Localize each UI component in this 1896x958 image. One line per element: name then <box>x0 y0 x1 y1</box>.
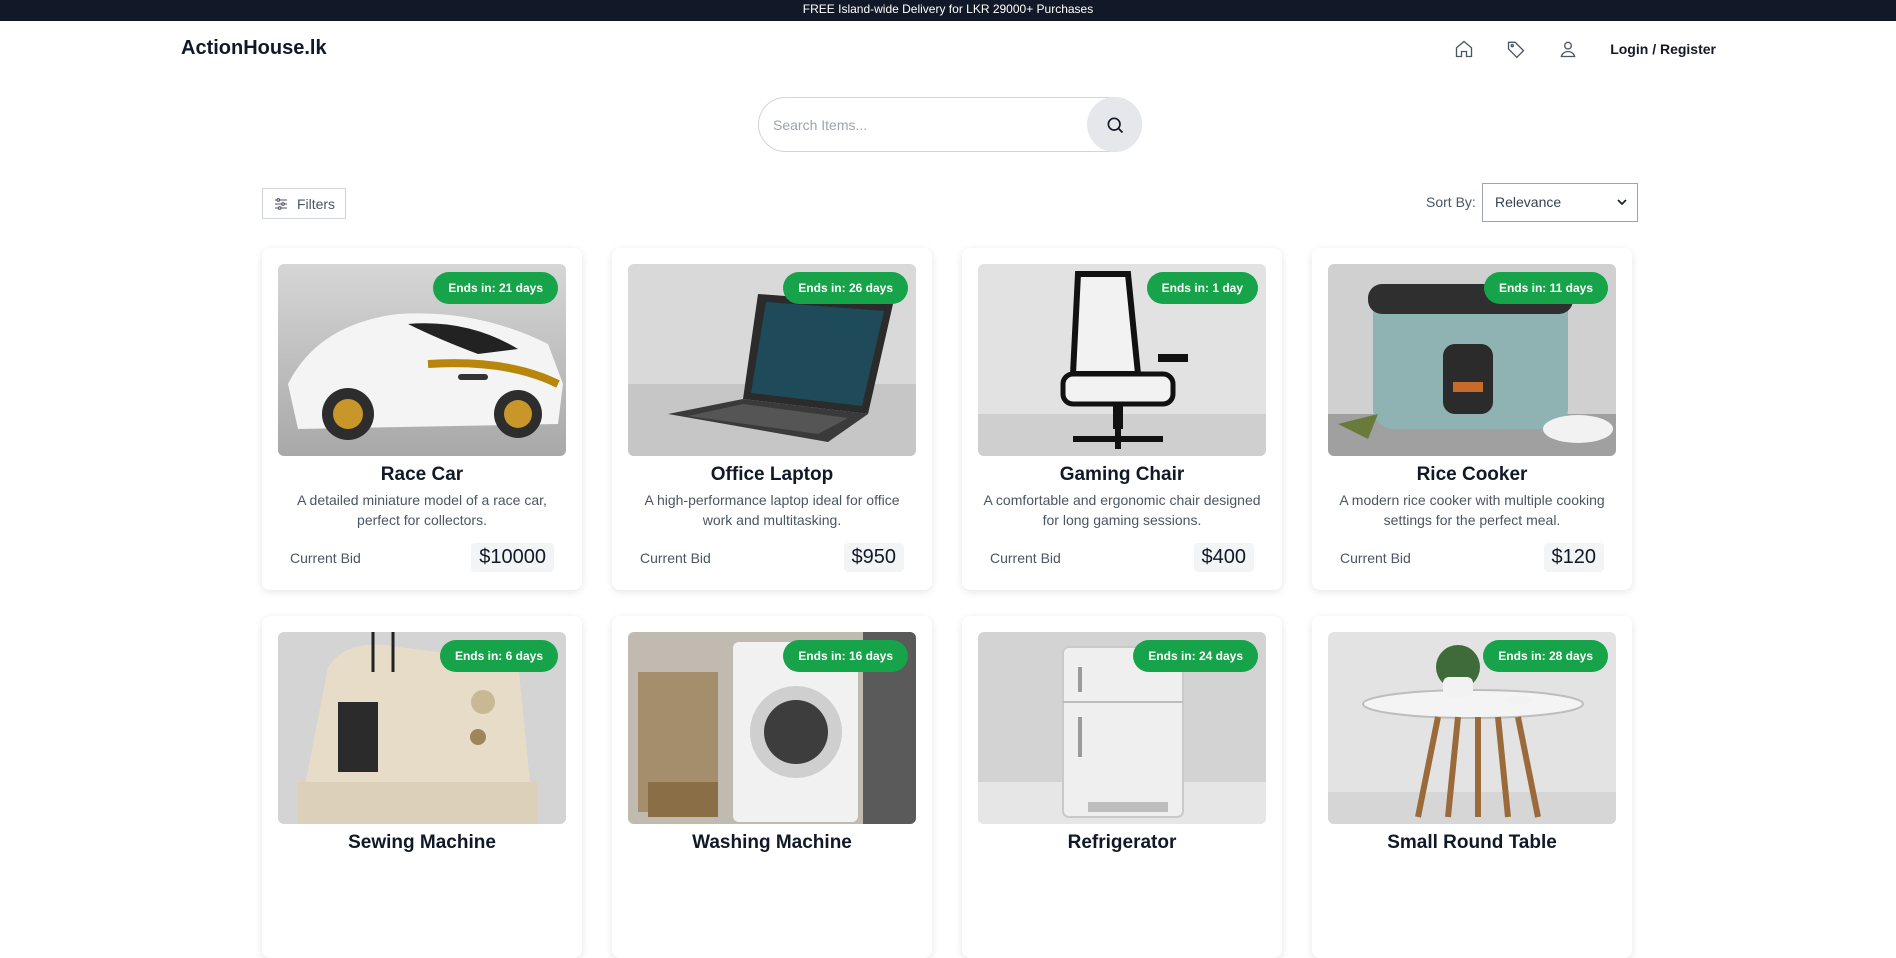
product-image[interactable]: Ends in: 16 days <box>628 632 916 824</box>
product-title[interactable]: Washing Machine <box>612 832 932 854</box>
product-image[interactable]: Ends in: 26 days <box>628 264 916 456</box>
product-title[interactable]: Small Round Table <box>1312 832 1632 854</box>
ends-in-badge: Ends in: 16 days <box>783 640 908 672</box>
product-image[interactable]: Ends in: 24 days <box>978 632 1266 824</box>
current-bid-label: Current Bid <box>1340 550 1411 566</box>
product-image[interactable]: Ends in: 11 days <box>1328 264 1616 456</box>
user-icon[interactable] <box>1556 37 1580 61</box>
product-title[interactable]: Sewing Machine <box>262 832 582 854</box>
product-description: A detailed miniature model of a race car… <box>297 492 547 528</box>
filters-label: Filters <box>296 195 336 212</box>
current-bid-value: $400 <box>1193 543 1254 572</box>
current-bid-label: Current Bid <box>990 550 1061 566</box>
product-description: A modern rice cooker with multiple cooki… <box>1339 492 1605 528</box>
ends-in-badge: Ends in: 26 days <box>783 272 908 304</box>
product-card[interactable]: Ends in: 26 days Office Laptop A high-pe… <box>612 248 932 590</box>
product-image[interactable]: Ends in: 6 days <box>278 632 566 824</box>
current-bid-value: $950 <box>843 543 904 572</box>
search-button[interactable] <box>1087 97 1142 152</box>
product-title[interactable]: Rice Cooker <box>1312 464 1632 486</box>
search-icon <box>1107 117 1123 133</box>
sort-value: Relevance <box>1495 194 1562 210</box>
current-bid-value: $10000 <box>471 543 554 572</box>
product-card[interactable]: Ends in: 24 days Refrigerator <box>962 616 1282 958</box>
ends-in-badge: Ends in: 6 days <box>439 640 558 672</box>
ends-in-badge: Ends in: 24 days <box>1133 640 1258 672</box>
product-title[interactable]: Race Car <box>262 464 582 486</box>
site-logo[interactable]: ActionHouse.lk <box>181 37 327 60</box>
product-card[interactable]: Ends in: 28 days Small Round Table <box>1312 616 1632 958</box>
product-card[interactable]: Ends in: 16 days Washing Machine <box>612 616 932 958</box>
current-bid-value: $120 <box>1543 543 1604 572</box>
announcement-bar: FREE Island-wide Delivery for LKR 29000+… <box>0 0 1896 21</box>
product-image[interactable]: Ends in: 1 day <box>978 264 1266 456</box>
product-title[interactable]: Office Laptop <box>612 464 932 486</box>
tag-icon[interactable] <box>1504 37 1528 61</box>
home-icon[interactable] <box>1452 37 1476 61</box>
chevron-down-icon <box>1617 199 1627 206</box>
current-bid-label: Current Bid <box>640 550 711 566</box>
product-description: A comfortable and ergonomic chair design… <box>983 492 1261 528</box>
product-image[interactable]: Ends in: 21 days <box>278 264 566 456</box>
product-title[interactable]: Refrigerator <box>962 832 1282 854</box>
product-description: A high-performance laptop ideal for offi… <box>644 492 900 528</box>
current-bid-label: Current Bid <box>290 550 361 566</box>
ends-in-badge: Ends in: 1 day <box>1146 272 1258 304</box>
search-bar <box>758 97 1142 152</box>
product-card[interactable]: Ends in: 11 days Rice Cooker A modern ri… <box>1312 248 1632 590</box>
site-header: ActionHouse.lk Login / Register <box>0 21 1896 97</box>
search-input[interactable] <box>773 108 1073 141</box>
ends-in-badge: Ends in: 21 days <box>433 272 558 304</box>
product-card[interactable]: Ends in: 6 days Sewing Machine <box>262 616 582 958</box>
login-register-link[interactable]: Login / Register <box>1610 41 1716 57</box>
sort-label: Sort By: <box>1426 194 1476 210</box>
ends-in-badge: Ends in: 11 days <box>1483 272 1608 304</box>
product-title[interactable]: Gaming Chair <box>962 464 1282 486</box>
sliders-icon <box>274 197 287 210</box>
product-card[interactable]: Ends in: 1 day Gaming Chair A comfortabl… <box>962 248 1282 590</box>
ends-in-badge: Ends in: 28 days <box>1483 640 1608 672</box>
main-nav: Login / Register <box>1452 37 1716 61</box>
sort-select[interactable]: Relevance <box>1482 183 1638 222</box>
product-image[interactable]: Ends in: 28 days <box>1328 632 1616 824</box>
product-card[interactable]: Ends in: 21 days Race Car A detailed min… <box>262 248 582 590</box>
filters-button[interactable]: Filters <box>262 188 346 219</box>
